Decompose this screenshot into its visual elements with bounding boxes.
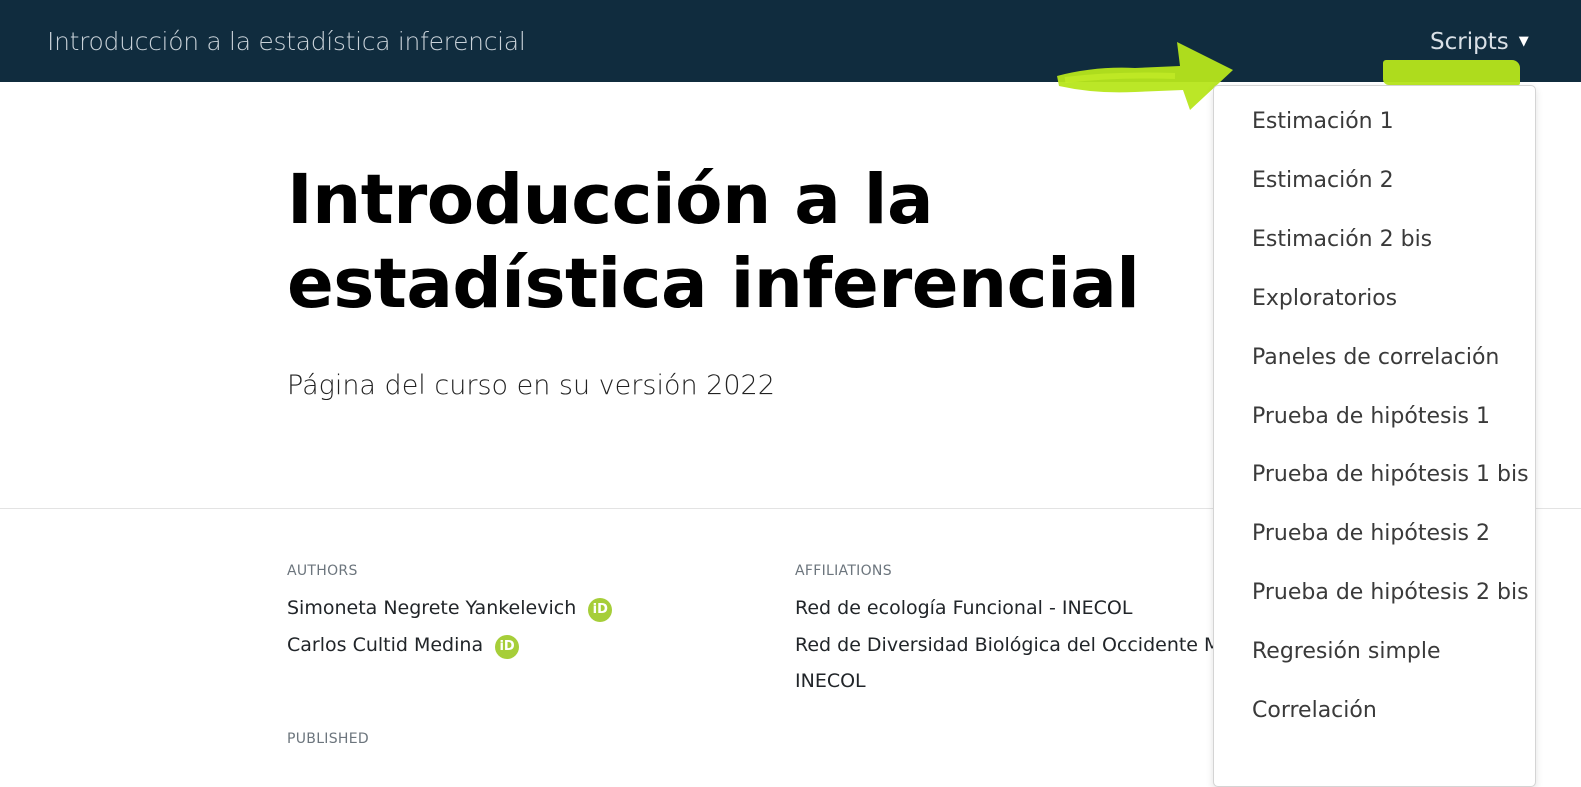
- dropdown-item-paneles-correlacion[interactable]: Paneles de correlación: [1252, 345, 1499, 370]
- site-title-link[interactable]: Introducción a la estadística inferencia…: [47, 27, 526, 56]
- dropdown-item-prueba-hipotesis-2-bis[interactable]: Prueba de hipótesis 2 bis: [1252, 580, 1529, 605]
- orcid-icon[interactable]: iD: [588, 597, 613, 622]
- scripts-dropdown-menu: Estimación 1 Estimación 2 Estimación 2 b…: [1213, 85, 1536, 787]
- top-navbar: Introducción a la estadística inferencia…: [0, 0, 1581, 82]
- dropdown-item-estimacion-2-bis[interactable]: Estimación 2 bis: [1252, 227, 1432, 252]
- affiliation-item: Red de ecología Funcional - INECOL: [795, 597, 1133, 619]
- dropdown-item-prueba-hipotesis-2[interactable]: Prueba de hipótesis 2: [1252, 521, 1490, 546]
- highlighter-mark: [1383, 60, 1520, 85]
- scripts-menu-toggle[interactable]: Scripts ▼: [1430, 29, 1529, 55]
- published-label: PUBLISHED: [287, 731, 369, 747]
- authors-label: AUTHORS: [287, 563, 358, 579]
- author-name: Simoneta Negrete Yankelevich: [287, 597, 577, 619]
- orcid-icon[interactable]: iD: [495, 634, 520, 659]
- dropdown-item-exploratorios[interactable]: Exploratorios: [1252, 286, 1397, 311]
- page-subtitle: Página del curso en su versión 2022: [287, 370, 775, 401]
- affiliation-item: Red de Diversidad Biológica del Occident…: [795, 634, 1244, 656]
- caret-down-icon: ▼: [1518, 34, 1529, 49]
- author-item: Carlos Cultid Medina iD: [287, 634, 520, 659]
- affiliations-label: AFFILIATIONS: [795, 563, 892, 579]
- scripts-menu-label: Scripts: [1430, 29, 1509, 55]
- affiliation-item: INECOL: [795, 670, 866, 692]
- dropdown-item-regresion-simple[interactable]: Regresión simple: [1252, 639, 1440, 664]
- title-block: Introducción a la estadística inferencia…: [287, 158, 1167, 326]
- dropdown-item-estimacion-1[interactable]: Estimación 1: [1252, 109, 1394, 134]
- dropdown-item-correlacion[interactable]: Correlación: [1252, 698, 1377, 723]
- dropdown-item-prueba-hipotesis-1[interactable]: Prueba de hipótesis 1: [1252, 404, 1490, 429]
- author-name: Carlos Cultid Medina: [287, 634, 484, 656]
- dropdown-item-estimacion-2[interactable]: Estimación 2: [1252, 168, 1394, 193]
- page-title: Introducción a la estadística inferencia…: [287, 160, 1140, 324]
- author-item: Simoneta Negrete Yankelevich iD: [287, 597, 613, 622]
- dropdown-item-prueba-hipotesis-1-bis[interactable]: Prueba de hipótesis 1 bis: [1252, 462, 1529, 487]
